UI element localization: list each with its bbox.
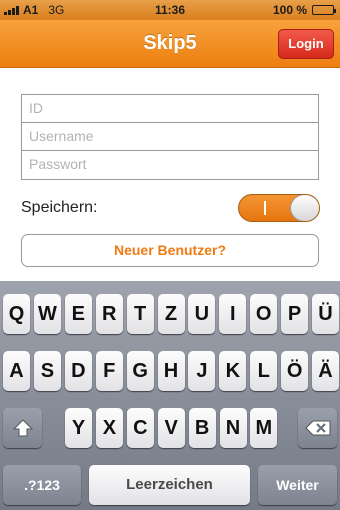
save-label: Speichern: <box>21 199 98 216</box>
status-right: 100 % <box>272 3 336 17</box>
battery-icon <box>312 5 336 15</box>
key-row1-8[interactable]: O <box>250 294 278 334</box>
username-field[interactable]: Username <box>22 123 318 151</box>
key-row1-4[interactable]: T <box>126 294 154 334</box>
shift-arrow-icon <box>12 419 33 437</box>
keyboard: QWERTZUIOPÜ ASDFGHJKLÖÄ YXCVBNM .?123 Le… <box>0 281 340 510</box>
key-row2-3[interactable]: F <box>95 351 123 391</box>
key-row2-2[interactable]: D <box>64 351 92 391</box>
key-row1-5[interactable]: Z <box>157 294 185 334</box>
key-row2-10[interactable]: Ä <box>312 351 339 391</box>
key-row3-1[interactable]: X <box>95 408 123 448</box>
key-row3-6[interactable]: M <box>250 408 278 448</box>
key-row3-0[interactable]: Y <box>65 408 92 448</box>
id-field[interactable]: ID <box>22 95 318 123</box>
space-key[interactable]: Leerzeichen <box>89 465 250 505</box>
key-row1-7[interactable]: I <box>219 294 247 334</box>
backspace-icon <box>304 420 330 436</box>
key-row2-6[interactable]: J <box>188 351 216 391</box>
status-bar: A1 3G 11:36 100 % <box>0 0 340 20</box>
toggle-knob[interactable] <box>290 195 319 221</box>
numbers-key[interactable]: .?123 <box>3 465 81 505</box>
key-row3-2[interactable]: C <box>126 408 154 448</box>
key-row2-8[interactable]: L <box>250 351 278 391</box>
key-row1-2[interactable]: E <box>64 294 92 334</box>
delete-key[interactable] <box>298 408 337 448</box>
key-row1-3[interactable]: R <box>95 294 123 334</box>
return-key[interactable]: Weiter <box>258 465 337 505</box>
key-row1-10[interactable]: Ü <box>312 294 339 334</box>
new-user-button[interactable]: Neuer Benutzer? <box>21 234 319 267</box>
key-row1-0[interactable]: Q <box>3 294 30 334</box>
toggle-on-mark <box>264 201 266 215</box>
key-row2-1[interactable]: S <box>33 351 61 391</box>
key-row2-5[interactable]: H <box>157 351 185 391</box>
shift-key[interactable] <box>3 408 42 448</box>
navigation-bar: Skip5 Login <box>0 20 340 68</box>
key-row1-6[interactable]: U <box>188 294 216 334</box>
key-row2-7[interactable]: K <box>219 351 247 391</box>
login-button[interactable]: Login <box>278 29 334 59</box>
key-row1-9[interactable]: P <box>281 294 309 334</box>
battery-percent: 100 % <box>272 3 307 17</box>
key-row3-3[interactable]: V <box>157 408 185 448</box>
key-row2-0[interactable]: A <box>3 351 30 391</box>
key-row1-1[interactable]: W <box>33 294 61 334</box>
key-row3-5[interactable]: N <box>219 408 247 448</box>
key-row2-4[interactable]: G <box>126 351 154 391</box>
login-form: ID Username Passwort <box>21 94 319 180</box>
save-toggle[interactable] <box>238 194 320 222</box>
key-row3-4[interactable]: B <box>188 408 216 448</box>
key-row2-9[interactable]: Ö <box>281 351 309 391</box>
password-field[interactable]: Passwort <box>22 151 318 179</box>
